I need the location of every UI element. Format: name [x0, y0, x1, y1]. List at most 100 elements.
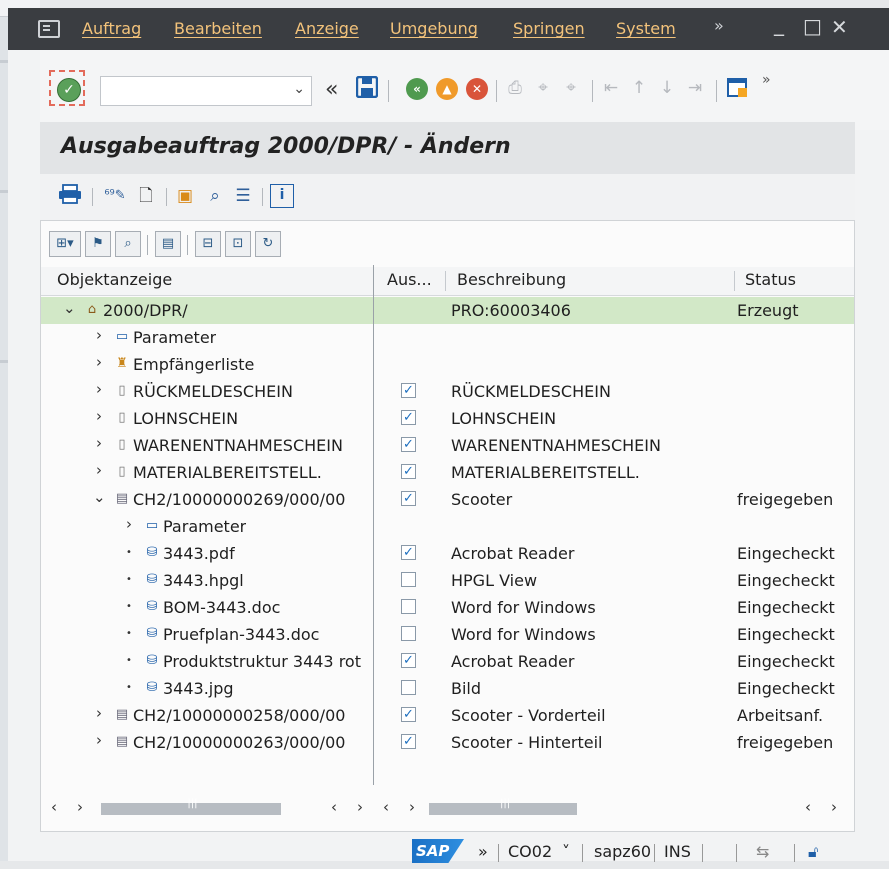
scroll-right-icon[interactable]: › — [409, 798, 415, 816]
new-document-icon[interactable]: 🗋 — [136, 184, 156, 208]
menu-system[interactable]: System — [616, 19, 676, 38]
output-checkbox[interactable] — [401, 599, 416, 614]
tree-node-label[interactable]: 3443.jpg — [163, 679, 234, 698]
refresh-icon[interactable]: ↻ — [255, 231, 281, 257]
scroll-right-icon[interactable]: › — [77, 798, 83, 816]
column-status[interactable]: Status — [745, 270, 796, 289]
column-beschreibung[interactable]: Beschreibung — [457, 270, 566, 289]
layout-icon[interactable]: ⇆ — [756, 842, 769, 861]
tree-row[interactable]: • ⛁ BOM-3443.doc Word for Windows Eingecheck… — [41, 594, 854, 621]
tree-node-label[interactable]: Parameter — [133, 328, 216, 347]
chevron-down-icon[interactable]: ˅ — [562, 842, 570, 861]
tree-row[interactable]: • ⛁ Produktstruktur 3443 rot ✓ Acrobat Reade… — [41, 648, 854, 675]
flag-icon[interactable]: ⚑ — [85, 231, 111, 257]
expand-right-icon[interactable]: › — [93, 380, 105, 398]
exit-icon[interactable]: ▲ — [436, 78, 458, 100]
tree-node-label[interactable]: RÜCKMELDESCHEIN — [133, 382, 293, 401]
tree-node-label[interactable]: 3443.pdf — [163, 544, 235, 563]
menu-umgebung[interactable]: Umgebung — [390, 19, 478, 38]
expand-right-icon[interactable]: › — [93, 353, 105, 371]
expand-right-icon[interactable]: › — [123, 515, 135, 533]
tree-node-label[interactable]: Produktstruktur 3443 rot — [163, 652, 361, 671]
output-checkbox[interactable]: ✓ — [401, 653, 416, 668]
tree-row[interactable]: • ⛁ 3443.hpgl HPGL View Eingecheckt — [41, 567, 854, 594]
test-icon[interactable]: ⁶⁹✎ — [102, 184, 128, 208]
find-icon[interactable]: ⌕ — [204, 184, 226, 208]
output-checkbox[interactable]: ✓ — [401, 707, 416, 722]
scroll-right-icon[interactable]: › — [831, 798, 837, 816]
scroll-left-icon[interactable]: ‹ — [331, 798, 337, 816]
expand-right-icon[interactable]: › — [93, 461, 105, 479]
tree-node-label[interactable]: 3443.hpgl — [163, 571, 244, 590]
sort-icon[interactable]: ☰ — [232, 184, 254, 208]
maximize-button[interactable]: □ — [803, 14, 822, 38]
scroll-left-icon[interactable]: ‹ — [805, 798, 811, 816]
back-icon[interactable]: « — [406, 78, 428, 100]
command-field[interactable]: ⌄ — [100, 76, 312, 106]
scroll-left-icon[interactable]: ‹ — [383, 798, 389, 816]
scrollbar-thumb[interactable]: ||| — [429, 798, 577, 815]
tree-node-label[interactable]: LOHNSCHEIN — [133, 409, 238, 428]
output-checkbox[interactable]: ✓ — [401, 383, 416, 398]
output-checkbox[interactable]: ✓ — [401, 734, 416, 749]
output-checkbox[interactable]: ✓ — [401, 464, 416, 479]
cancel-icon[interactable]: ✕ — [466, 78, 488, 100]
tree-row[interactable]: › ▯ LOHNSCHEIN ✓ LOHNSCHEIN — [41, 405, 854, 432]
tree-row[interactable]: ⌄ ⌂ 2000/DPR/PRO:60003406 Erzeugt — [41, 297, 854, 324]
tree-row[interactable]: • ⛁ Pruefplan-3443.doc Word for Windows Eing… — [41, 621, 854, 648]
print-icon[interactable] — [58, 184, 82, 208]
delete-object-icon[interactable]: ⊟ — [195, 231, 221, 257]
add-object-icon[interactable]: ⊞▾ — [49, 231, 81, 257]
menu-auftrag[interactable]: Auftrag — [82, 19, 141, 38]
tree-row[interactable]: › ▯ RÜCKMELDESCHEIN ✓ RÜCKMELDESCHEIN — [41, 378, 854, 405]
expand-down-icon[interactable]: ⌄ — [63, 299, 76, 317]
output-checkbox[interactable]: ✓ — [401, 437, 416, 452]
menu-icon[interactable] — [38, 20, 60, 38]
column-ausgabe[interactable]: Aus... — [387, 270, 432, 289]
tree-row[interactable]: › ▯ MATERIALBEREITSTELL. ✓ MATERIALBEREITSTE… — [41, 459, 854, 486]
tree-row[interactable]: › ▭ Parameter — [41, 324, 854, 351]
tree-node-label[interactable]: CH2/10000000258/000/00 — [133, 706, 345, 725]
scrollbar-thumb[interactable]: ||| — [101, 798, 281, 815]
status-more-button[interactable]: » — [478, 842, 488, 861]
close-button[interactable]: ✕ — [831, 15, 848, 39]
tree-row[interactable]: • ⛁ 3443.pdf ✓ Acrobat Reader Eingecheckt — [41, 540, 854, 567]
tree-node-label[interactable]: BOM-3443.doc — [163, 598, 280, 617]
tree-node-label[interactable]: 2000/DPR/ — [103, 301, 188, 320]
transaction-code[interactable]: CO02 — [508, 842, 552, 861]
menu-anzeige[interactable]: Anzeige — [295, 19, 359, 38]
back-double-arrow[interactable]: « — [325, 76, 338, 104]
expand-right-icon[interactable]: › — [93, 434, 105, 452]
expand-icon[interactable]: ⊡ — [225, 231, 251, 257]
tree-node-label[interactable]: Pruefplan-3443.doc — [163, 625, 319, 644]
info-icon[interactable]: i — [270, 184, 294, 208]
menu-springen[interactable]: Springen — [513, 19, 585, 38]
details-icon[interactable]: ▤ — [155, 231, 181, 257]
scroll-left-icon[interactable]: ‹ — [51, 798, 57, 816]
enter-button[interactable]: ✓ — [49, 70, 85, 106]
save-icon[interactable] — [355, 75, 379, 104]
expand-right-icon[interactable]: › — [93, 326, 105, 344]
tree-node-label[interactable]: CH2/10000000269/000/00 — [133, 490, 345, 509]
output-checkbox[interactable] — [401, 572, 416, 587]
scroll-right-icon[interactable]: › — [357, 798, 363, 816]
tree-row[interactable]: • ⛁ 3443.jpg Bild Eingecheckt — [41, 675, 854, 702]
tree-row[interactable]: › ▭ Parameter — [41, 513, 854, 540]
tree-row[interactable]: › ♜ Empfängerliste — [41, 351, 854, 378]
insert-mode[interactable]: INS — [664, 842, 691, 861]
folder-icon[interactable]: ▣ — [174, 184, 196, 208]
lock-icon[interactable]: 🔓︎ — [808, 842, 818, 862]
output-checkbox[interactable] — [401, 626, 416, 641]
expand-right-icon[interactable]: › — [93, 704, 105, 722]
menu-bearbeiten[interactable]: Bearbeiten — [174, 19, 262, 38]
tree-row[interactable]: › ▤ CH2/10000000258/000/00 ✓ Scooter - Vorde… — [41, 702, 854, 729]
tree-row[interactable]: › ▯ WARENENTNAHMESCHEIN ✓ WARENENTNAHMESCHEI… — [41, 432, 854, 459]
expand-right-icon[interactable]: › — [93, 731, 105, 749]
column-objektanzeige[interactable]: Objektanzeige — [57, 270, 172, 289]
menu-more-button[interactable]: » — [714, 16, 724, 35]
tree-node-label[interactable]: Empfängerliste — [133, 355, 254, 374]
zoom-icon[interactable]: ⌕ — [115, 231, 141, 257]
tree-row[interactable]: ⌄ ▤ CH2/10000000269/000/00 ✓ Scooter freigege… — [41, 486, 854, 513]
tree-row[interactable]: › ▤ CH2/10000000263/000/00 ✓ Scooter - Hinte… — [41, 729, 854, 756]
tree-node-label[interactable]: MATERIALBEREITSTELL. — [133, 463, 322, 482]
